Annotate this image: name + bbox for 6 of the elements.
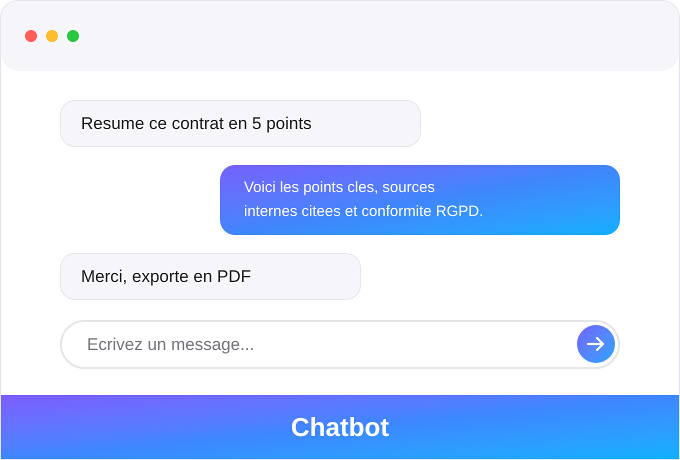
message-input[interactable]: Ecrivez un message... xyxy=(60,320,620,369)
footer-title: Chatbot xyxy=(290,410,390,444)
bot-message-bubble: Voici les points cles, sources internes citees et conformite RGPD. xyxy=(220,165,620,235)
user-message-bubble: Merci, exporte en PDF xyxy=(60,253,361,300)
arrow-right-icon xyxy=(586,334,606,354)
user-message-bubble: Resume ce contrat en 5 points xyxy=(60,100,421,147)
